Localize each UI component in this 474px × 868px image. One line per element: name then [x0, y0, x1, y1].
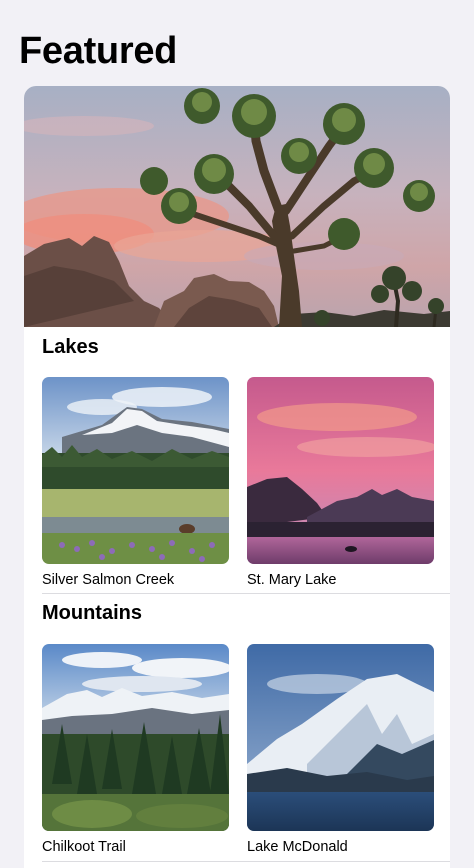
featured-card: Lakes Silver Salmon Creek St. Mary Lake …	[24, 86, 450, 868]
featured-hero-image[interactable]	[24, 86, 450, 327]
caption-lake-mcdonald: Lake McDonald	[247, 839, 348, 855]
caption-silver-salmon-creek: Silver Salmon Creek	[42, 572, 175, 588]
photo-tile-chilkoot-trail[interactable]	[42, 644, 229, 831]
page-title: Featured	[19, 30, 178, 72]
screen: Featured Lakes Silver Salmon Creek St. M…	[0, 0, 474, 868]
photo-tile-lake-mcdonald[interactable]	[247, 644, 434, 831]
creek-photo	[42, 377, 229, 564]
section-title-lakes: Lakes	[42, 336, 99, 358]
section-divider	[42, 861, 450, 862]
photo-tile-silver-salmon-creek[interactable]	[42, 377, 229, 564]
section-title-mountains: Mountains	[42, 602, 142, 624]
caption-chilkoot-trail: Chilkoot Trail	[42, 839, 126, 855]
section-divider	[42, 593, 450, 594]
snow-peak-lake-photo	[247, 644, 434, 831]
forest-mountain-photo	[42, 644, 229, 831]
joshua-tree-photo	[24, 86, 450, 327]
photo-tile-st-mary-lake[interactable]	[247, 377, 434, 564]
caption-st-mary-lake: St. Mary Lake	[247, 572, 337, 588]
lake-sunset-photo	[247, 377, 434, 564]
